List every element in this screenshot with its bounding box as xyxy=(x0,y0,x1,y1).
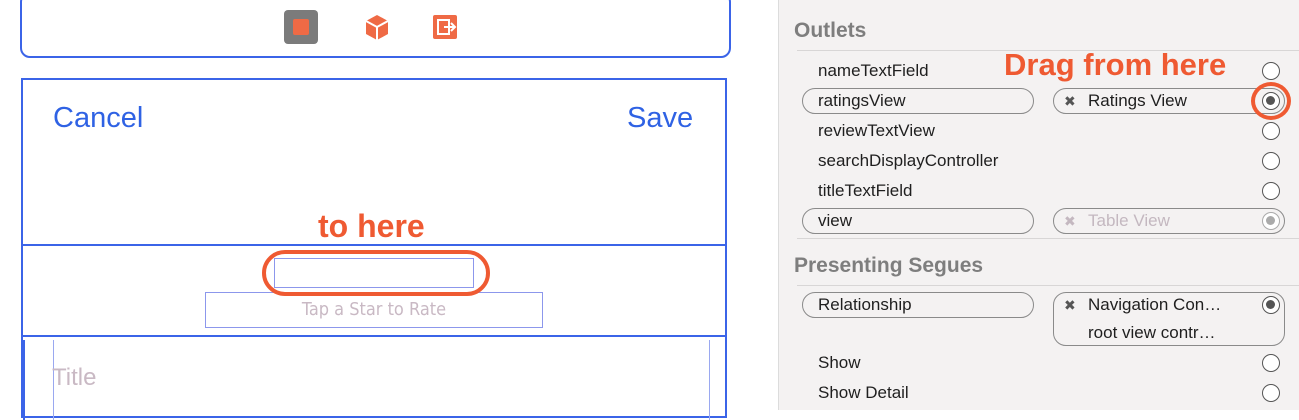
outlet-connect-circle[interactable] xyxy=(1262,122,1280,140)
outlets-bottom-divider xyxy=(797,238,1299,239)
outlet-view: view xyxy=(818,211,853,230)
outlets-title: Outlets xyxy=(794,19,867,42)
disconnect-icon[interactable]: ✖ xyxy=(1064,297,1076,314)
cancel-button[interactable]: Cancel xyxy=(53,102,143,135)
segue-show-detail: Show Detail xyxy=(818,383,909,402)
storyboard-canvas: Cancel Save Tap a Star to Rate Title to … xyxy=(0,0,778,420)
save-button[interactable]: Save xyxy=(627,102,693,135)
target-highlight-oval xyxy=(262,250,490,296)
outlet-name-text-field: nameTextField xyxy=(818,61,929,80)
segue-show: Show xyxy=(818,353,861,372)
outlet-ratings-view: ratingsView xyxy=(818,91,906,110)
connection-target: Table View xyxy=(1088,211,1170,230)
view-controller-icon[interactable] xyxy=(284,10,318,44)
disconnect-icon[interactable]: ✖ xyxy=(1064,213,1076,230)
title-text-field[interactable] xyxy=(53,340,710,420)
outlet-connect-circle[interactable] xyxy=(1262,152,1280,170)
segue-relationship: Relationship xyxy=(818,295,912,314)
title-placeholder: Title xyxy=(52,364,97,391)
outlet-search-display-controller: searchDisplayController xyxy=(818,151,999,170)
source-annotation: Drag from here xyxy=(1004,47,1227,82)
first-responder-icon[interactable] xyxy=(362,12,392,42)
outlet-connect-circle[interactable] xyxy=(1262,62,1280,80)
segue-connected-circle[interactable] xyxy=(1262,296,1280,314)
connection-target: Navigation Con… xyxy=(1088,295,1222,314)
target-annotation: to here xyxy=(318,208,425,244)
outlet-title-text-field: titleTextField xyxy=(818,181,913,200)
rating-label: Tap a Star to Rate xyxy=(205,292,543,328)
segue-connect-circle[interactable] xyxy=(1262,384,1280,402)
exit-icon[interactable] xyxy=(430,12,460,42)
disconnect-icon[interactable]: ✖ xyxy=(1064,93,1076,110)
segues-divider xyxy=(797,285,1299,286)
source-highlight-oval xyxy=(1251,82,1291,120)
outlet-connect-circle[interactable] xyxy=(1262,182,1280,200)
outlet-review-text-view: reviewTextView xyxy=(818,121,935,140)
connection-target: Ratings View xyxy=(1088,91,1187,110)
connection-target-detail: root view contr… xyxy=(1088,323,1216,342)
outlet-connected-circle[interactable] xyxy=(1262,212,1280,230)
segue-connect-circle[interactable] xyxy=(1262,354,1280,372)
segues-title: Presenting Segues xyxy=(794,254,984,277)
